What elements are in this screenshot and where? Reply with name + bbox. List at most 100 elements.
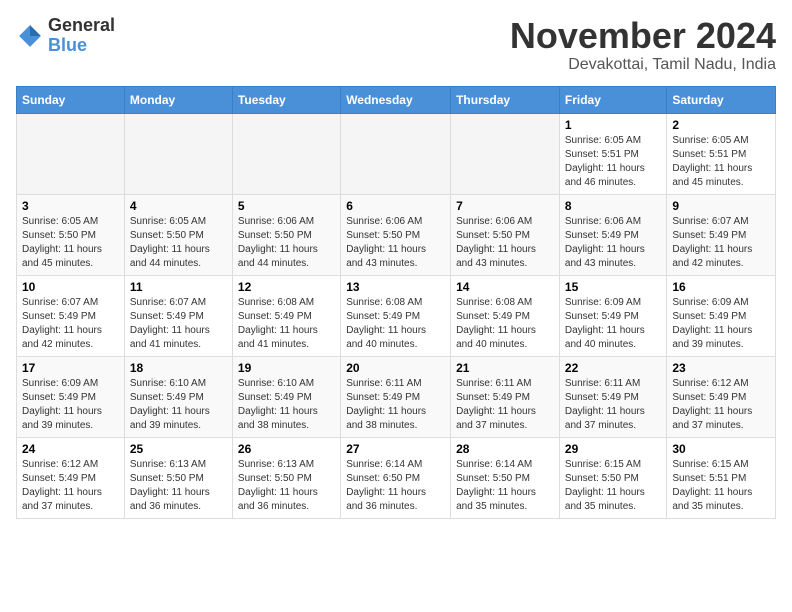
table-row: 12 Sunrise: 6:08 AMSunset: 5:49 PMDaylig… bbox=[232, 275, 340, 356]
day-detail: Sunrise: 6:08 AMSunset: 5:49 PMDaylight:… bbox=[456, 296, 554, 352]
table-row: 5 Sunrise: 6:06 AMSunset: 5:50 PMDayligh… bbox=[232, 194, 340, 275]
day-detail: Sunrise: 6:06 AMSunset: 5:50 PMDaylight:… bbox=[238, 215, 335, 271]
day-detail: Sunrise: 6:10 AMSunset: 5:49 PMDaylight:… bbox=[130, 377, 227, 433]
title-area: November 2024 Devakottai, Tamil Nadu, In… bbox=[510, 16, 776, 74]
day-number: 18 bbox=[130, 361, 227, 375]
day-detail: Sunrise: 6:08 AMSunset: 5:49 PMDaylight:… bbox=[346, 296, 445, 352]
header-monday: Monday bbox=[124, 86, 232, 113]
day-number: 20 bbox=[346, 361, 445, 375]
header-tuesday: Tuesday bbox=[232, 86, 340, 113]
day-detail: Sunrise: 6:15 AMSunset: 5:50 PMDaylight:… bbox=[565, 458, 661, 514]
table-row: 21 Sunrise: 6:11 AMSunset: 5:49 PMDaylig… bbox=[451, 356, 560, 437]
weekday-header-row: Sunday Monday Tuesday Wednesday Thursday… bbox=[17, 86, 776, 113]
table-row bbox=[341, 113, 451, 194]
month-title: November 2024 bbox=[510, 16, 776, 56]
calendar-week-row: 10 Sunrise: 6:07 AMSunset: 5:49 PMDaylig… bbox=[17, 275, 776, 356]
day-number: 7 bbox=[456, 199, 554, 213]
day-detail: Sunrise: 6:13 AMSunset: 5:50 PMDaylight:… bbox=[238, 458, 335, 514]
day-number: 6 bbox=[346, 199, 445, 213]
calendar-week-row: 3 Sunrise: 6:05 AMSunset: 5:50 PMDayligh… bbox=[17, 194, 776, 275]
calendar-week-row: 1 Sunrise: 6:05 AMSunset: 5:51 PMDayligh… bbox=[17, 113, 776, 194]
day-number: 19 bbox=[238, 361, 335, 375]
day-number: 4 bbox=[130, 199, 227, 213]
day-detail: Sunrise: 6:07 AMSunset: 5:49 PMDaylight:… bbox=[22, 296, 119, 352]
page-header: General Blue November 2024 Devakottai, T… bbox=[16, 16, 776, 74]
day-detail: Sunrise: 6:12 AMSunset: 5:49 PMDaylight:… bbox=[22, 458, 119, 514]
table-row bbox=[451, 113, 560, 194]
day-detail: Sunrise: 6:13 AMSunset: 5:50 PMDaylight:… bbox=[130, 458, 227, 514]
day-number: 24 bbox=[22, 442, 119, 456]
day-number: 16 bbox=[672, 280, 770, 294]
calendar-week-row: 17 Sunrise: 6:09 AMSunset: 5:49 PMDaylig… bbox=[17, 356, 776, 437]
calendar-table: Sunday Monday Tuesday Wednesday Thursday… bbox=[16, 86, 776, 519]
table-row: 11 Sunrise: 6:07 AMSunset: 5:49 PMDaylig… bbox=[124, 275, 232, 356]
table-row: 14 Sunrise: 6:08 AMSunset: 5:49 PMDaylig… bbox=[451, 275, 560, 356]
table-row bbox=[124, 113, 232, 194]
table-row: 8 Sunrise: 6:06 AMSunset: 5:49 PMDayligh… bbox=[559, 194, 666, 275]
table-row: 16 Sunrise: 6:09 AMSunset: 5:49 PMDaylig… bbox=[667, 275, 776, 356]
day-detail: Sunrise: 6:06 AMSunset: 5:49 PMDaylight:… bbox=[565, 215, 661, 271]
logo-icon bbox=[16, 22, 44, 50]
table-row: 10 Sunrise: 6:07 AMSunset: 5:49 PMDaylig… bbox=[17, 275, 125, 356]
day-detail: Sunrise: 6:05 AMSunset: 5:51 PMDaylight:… bbox=[672, 134, 770, 190]
table-row: 1 Sunrise: 6:05 AMSunset: 5:51 PMDayligh… bbox=[559, 113, 666, 194]
table-row: 24 Sunrise: 6:12 AMSunset: 5:49 PMDaylig… bbox=[17, 437, 125, 518]
calendar-week-row: 24 Sunrise: 6:12 AMSunset: 5:49 PMDaylig… bbox=[17, 437, 776, 518]
day-detail: Sunrise: 6:06 AMSunset: 5:50 PMDaylight:… bbox=[456, 215, 554, 271]
day-number: 11 bbox=[130, 280, 227, 294]
header-thursday: Thursday bbox=[451, 86, 560, 113]
table-row: 13 Sunrise: 6:08 AMSunset: 5:49 PMDaylig… bbox=[341, 275, 451, 356]
day-detail: Sunrise: 6:11 AMSunset: 5:49 PMDaylight:… bbox=[456, 377, 554, 433]
day-number: 22 bbox=[565, 361, 661, 375]
day-number: 12 bbox=[238, 280, 335, 294]
day-number: 29 bbox=[565, 442, 661, 456]
day-number: 5 bbox=[238, 199, 335, 213]
day-detail: Sunrise: 6:06 AMSunset: 5:50 PMDaylight:… bbox=[346, 215, 445, 271]
day-number: 27 bbox=[346, 442, 445, 456]
table-row bbox=[17, 113, 125, 194]
day-detail: Sunrise: 6:12 AMSunset: 5:49 PMDaylight:… bbox=[672, 377, 770, 433]
day-detail: Sunrise: 6:05 AMSunset: 5:50 PMDaylight:… bbox=[22, 215, 119, 271]
day-detail: Sunrise: 6:11 AMSunset: 5:49 PMDaylight:… bbox=[346, 377, 445, 433]
day-number: 10 bbox=[22, 280, 119, 294]
day-number: 15 bbox=[565, 280, 661, 294]
table-row: 7 Sunrise: 6:06 AMSunset: 5:50 PMDayligh… bbox=[451, 194, 560, 275]
day-detail: Sunrise: 6:05 AMSunset: 5:50 PMDaylight:… bbox=[130, 215, 227, 271]
table-row: 25 Sunrise: 6:13 AMSunset: 5:50 PMDaylig… bbox=[124, 437, 232, 518]
table-row: 30 Sunrise: 6:15 AMSunset: 5:51 PMDaylig… bbox=[667, 437, 776, 518]
day-number: 2 bbox=[672, 118, 770, 132]
table-row: 17 Sunrise: 6:09 AMSunset: 5:49 PMDaylig… bbox=[17, 356, 125, 437]
table-row: 20 Sunrise: 6:11 AMSunset: 5:49 PMDaylig… bbox=[341, 356, 451, 437]
day-number: 13 bbox=[346, 280, 445, 294]
table-row: 26 Sunrise: 6:13 AMSunset: 5:50 PMDaylig… bbox=[232, 437, 340, 518]
location-title: Devakottai, Tamil Nadu, India bbox=[510, 56, 776, 74]
day-detail: Sunrise: 6:09 AMSunset: 5:49 PMDaylight:… bbox=[22, 377, 119, 433]
table-row bbox=[232, 113, 340, 194]
table-row: 3 Sunrise: 6:05 AMSunset: 5:50 PMDayligh… bbox=[17, 194, 125, 275]
header-wednesday: Wednesday bbox=[341, 86, 451, 113]
day-detail: Sunrise: 6:09 AMSunset: 5:49 PMDaylight:… bbox=[672, 296, 770, 352]
table-row: 15 Sunrise: 6:09 AMSunset: 5:49 PMDaylig… bbox=[559, 275, 666, 356]
day-number: 14 bbox=[456, 280, 554, 294]
table-row: 28 Sunrise: 6:14 AMSunset: 5:50 PMDaylig… bbox=[451, 437, 560, 518]
day-number: 26 bbox=[238, 442, 335, 456]
table-row: 23 Sunrise: 6:12 AMSunset: 5:49 PMDaylig… bbox=[667, 356, 776, 437]
table-row: 9 Sunrise: 6:07 AMSunset: 5:49 PMDayligh… bbox=[667, 194, 776, 275]
day-detail: Sunrise: 6:08 AMSunset: 5:49 PMDaylight:… bbox=[238, 296, 335, 352]
table-row: 6 Sunrise: 6:06 AMSunset: 5:50 PMDayligh… bbox=[341, 194, 451, 275]
day-number: 8 bbox=[565, 199, 661, 213]
table-row: 19 Sunrise: 6:10 AMSunset: 5:49 PMDaylig… bbox=[232, 356, 340, 437]
day-number: 30 bbox=[672, 442, 770, 456]
logo-blue: Blue bbox=[48, 36, 115, 56]
logo: General Blue bbox=[16, 16, 115, 56]
day-detail: Sunrise: 6:11 AMSunset: 5:49 PMDaylight:… bbox=[565, 377, 661, 433]
day-detail: Sunrise: 6:14 AMSunset: 5:50 PMDaylight:… bbox=[456, 458, 554, 514]
day-detail: Sunrise: 6:07 AMSunset: 5:49 PMDaylight:… bbox=[672, 215, 770, 271]
table-row: 4 Sunrise: 6:05 AMSunset: 5:50 PMDayligh… bbox=[124, 194, 232, 275]
day-number: 23 bbox=[672, 361, 770, 375]
header-friday: Friday bbox=[559, 86, 666, 113]
table-row: 27 Sunrise: 6:14 AMSunset: 6:50 PMDaylig… bbox=[341, 437, 451, 518]
day-detail: Sunrise: 6:15 AMSunset: 5:51 PMDaylight:… bbox=[672, 458, 770, 514]
day-number: 9 bbox=[672, 199, 770, 213]
logo-general: General bbox=[48, 16, 115, 36]
